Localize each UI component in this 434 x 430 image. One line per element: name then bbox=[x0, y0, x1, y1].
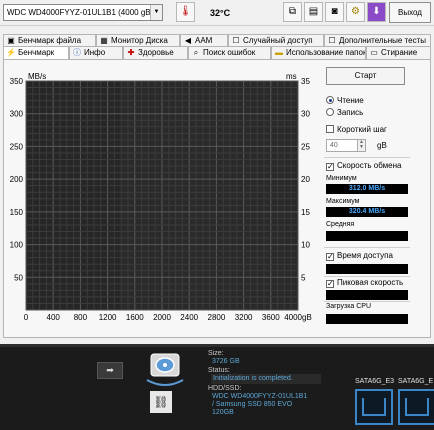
read-radio-dot[interactable] bbox=[326, 96, 334, 104]
y-axis-right-label: ms bbox=[286, 72, 297, 81]
hdd-line3: 120GB bbox=[212, 409, 234, 416]
y-axis-left-label: MB/s bbox=[28, 72, 46, 81]
divider bbox=[324, 157, 410, 158]
burst-rate-checkbox[interactable]: ✓ Пиковая скорость bbox=[326, 278, 403, 288]
y-tick-right: 25 bbox=[301, 142, 310, 151]
status-value: Initialization is completed. bbox=[211, 374, 321, 384]
y-tick-left: 200 bbox=[10, 175, 24, 184]
average-label: Средняя bbox=[326, 221, 355, 228]
spinner-arrows-icon[interactable]: ▲ ▼ bbox=[357, 140, 365, 151]
y-tick-left: 350 bbox=[10, 77, 24, 86]
y-tick-left: 100 bbox=[10, 241, 24, 250]
bottom-dark-panel: ➡ ⛓ Size: 3726 GB Status: Initialization… bbox=[0, 344, 434, 430]
x-tick: 2400 bbox=[180, 313, 198, 322]
x-tick: 3200 bbox=[235, 313, 253, 322]
y-tick-right: 35 bbox=[301, 77, 310, 86]
maximum-value: 320.4 MB/s bbox=[326, 207, 408, 217]
x-tick: 0 bbox=[24, 313, 29, 322]
maximum-label: Максимум bbox=[326, 198, 360, 205]
x-tick: 1600 bbox=[126, 313, 144, 322]
sata-port-label-2: SATA6G_E bbox=[398, 378, 434, 385]
y-tick-left: 150 bbox=[10, 208, 24, 217]
read-radio[interactable]: Чтение bbox=[326, 96, 364, 106]
x-tick: 400 bbox=[47, 313, 61, 322]
short-stroke-checkbox[interactable]: Короткий шаг bbox=[326, 125, 387, 135]
sata-port-label-1: SATA6G_E3 bbox=[355, 378, 395, 385]
link-icon[interactable]: ⛓ bbox=[150, 391, 172, 413]
divider bbox=[324, 247, 410, 248]
average-value bbox=[326, 231, 408, 241]
cpu-value bbox=[326, 314, 408, 324]
burst-rate-box[interactable]: ✓ bbox=[326, 280, 334, 288]
sata-port-icon[interactable] bbox=[355, 389, 393, 425]
size-value: 3726 GB bbox=[212, 358, 240, 365]
y-tick-left: 250 bbox=[10, 142, 24, 151]
hard-drive-icon bbox=[146, 353, 184, 386]
x-tick: 2000 bbox=[153, 313, 171, 322]
transfer-rate-box[interactable]: ✓ bbox=[326, 163, 334, 171]
short-stroke-unit: gB bbox=[377, 141, 387, 150]
x-tick: 3600 bbox=[262, 313, 280, 322]
minimum-value: 312.0 MB/s bbox=[326, 184, 408, 194]
write-radio[interactable]: Запись bbox=[326, 108, 363, 118]
y-tick-right: 30 bbox=[301, 110, 310, 119]
access-time-box[interactable]: ✓ bbox=[326, 253, 334, 261]
write-radio-dot[interactable] bbox=[326, 108, 334, 116]
divider bbox=[324, 276, 410, 277]
access-time-value bbox=[326, 264, 408, 274]
x-tick: 800 bbox=[74, 313, 88, 322]
y-tick-left: 50 bbox=[14, 273, 23, 282]
y-tick-left: 300 bbox=[10, 110, 24, 119]
start-button[interactable]: Старт bbox=[326, 67, 405, 85]
y-tick-right: 5 bbox=[301, 273, 306, 282]
short-stroke-input[interactable]: 40 ▲ ▼ bbox=[326, 139, 366, 152]
short-stroke-box[interactable] bbox=[326, 125, 334, 133]
minimum-label: Минимум bbox=[326, 175, 357, 182]
x-tick: 2800 bbox=[208, 313, 226, 322]
y-tick-right: 15 bbox=[301, 208, 310, 217]
cpu-label: Загрузка CPU bbox=[326, 303, 372, 310]
transfer-rate-checkbox[interactable]: ✓ Скорость обмена bbox=[326, 161, 401, 171]
divider bbox=[0, 344, 434, 347]
y-tick-right: 20 bbox=[301, 175, 310, 184]
x-tick: 4000gB bbox=[284, 313, 312, 322]
divider bbox=[324, 301, 410, 302]
y-tick-right: 10 bbox=[301, 241, 310, 250]
sata-port-icon[interactable] bbox=[398, 389, 434, 425]
x-tick: 1200 bbox=[99, 313, 117, 322]
burst-rate-value bbox=[326, 290, 408, 300]
access-time-checkbox[interactable]: ✓ Время доступа bbox=[326, 251, 393, 261]
arrow-right-icon[interactable]: ➡ bbox=[97, 362, 123, 379]
